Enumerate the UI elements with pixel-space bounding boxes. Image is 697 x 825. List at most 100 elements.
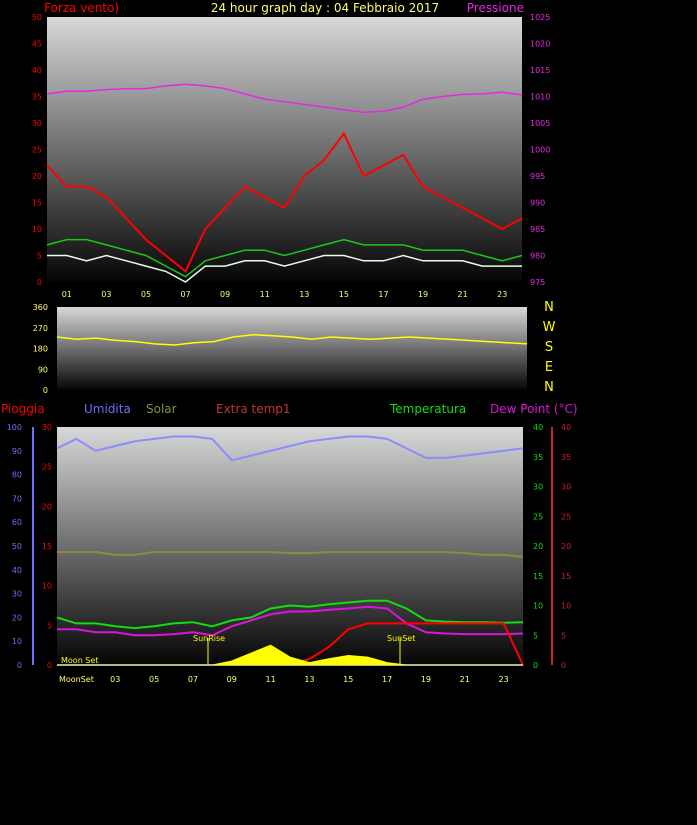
x-tick-label: 17	[378, 290, 388, 299]
compass-label: W	[543, 320, 556, 335]
humidity-tick-label: 60	[12, 518, 22, 527]
wind-tick-label: 10	[32, 225, 42, 234]
dew-tick-label: 30	[561, 483, 571, 492]
wind-tick-label: 25	[32, 146, 42, 155]
x-tick-label: 17	[382, 675, 392, 684]
temperature-tick-label: 40	[533, 423, 543, 432]
direction-tick-label: 270	[33, 324, 48, 333]
x-tick-label: 01	[62, 290, 72, 299]
rain-tick-label: 30	[42, 423, 52, 432]
compass-label: N	[544, 300, 554, 315]
x-tick-label: 03	[101, 290, 111, 299]
rain-tick-label: 5	[47, 621, 52, 630]
weather-graph: Forza vento) 24 hour graph day : 04 Febb…	[0, 0, 697, 825]
wind-tick-label: 15	[32, 199, 42, 208]
wind-tick-label: 35	[32, 93, 42, 102]
x-tick-label: 05	[149, 675, 159, 684]
x-tick-label: 15	[343, 675, 353, 684]
humidity-tick-label: 50	[12, 542, 22, 551]
rain-tick-label: 20	[42, 502, 52, 511]
x-tick-label: 19	[421, 675, 431, 684]
pressure-tick-label: 990	[530, 199, 545, 208]
rain-tick-label: 25	[42, 463, 52, 472]
bottom-plot-area	[57, 427, 523, 665]
compass-label: E	[545, 360, 553, 375]
x-tick-label: 21	[460, 675, 470, 684]
x-tick-label: 23	[497, 290, 507, 299]
pressure-tick-label: 1005	[530, 119, 550, 128]
wind-axis-title: Forza vento)	[44, 1, 119, 15]
bottom-x-tick-labels: MoonSet 03 05 07 09 11 13 15 17 19 21 23	[59, 675, 509, 684]
solar-legend: Solar	[146, 402, 177, 416]
wind-tick-label: 30	[32, 119, 42, 128]
pressure-tick-labels: 1025 1020 1015 1010 1005 1000 995 990 985 980 975	[530, 13, 550, 287]
humidity-tick-label: 90	[12, 447, 22, 456]
pressure-tick-label: 1010	[530, 93, 550, 102]
dew-tick-label: 40	[561, 423, 571, 432]
humidity-tick-label: 10	[12, 637, 22, 646]
x-tick-label: 21	[458, 290, 468, 299]
temperature-tick-label: 25	[533, 512, 543, 521]
dew-tick-label: 0	[561, 661, 566, 670]
temperature-tick-label: 35	[533, 453, 543, 462]
x-tick-label: 07	[180, 290, 190, 299]
wind-tick-labels: 50454035302520151050	[32, 13, 42, 287]
direction-plot-area	[57, 307, 527, 390]
temperature-tick-label: 30	[533, 483, 543, 492]
rain-axis-title: Pioggia	[1, 402, 45, 416]
humidity-tick-label: 80	[12, 471, 22, 480]
direction-tick-label: 360	[33, 303, 48, 312]
pressure-tick-label: 995	[530, 172, 545, 181]
humidity-tick-label: 40	[12, 566, 22, 575]
dew-tick-label: 35	[561, 453, 571, 462]
top-x-tick-labels: 01 03 05 07 09 11 13 15 17 19 21 23	[62, 290, 508, 299]
x-tick-label: 11	[260, 290, 270, 299]
x-tick-label: 07	[188, 675, 198, 684]
wind-pressure-plot-area	[47, 17, 522, 282]
dew-tick-label: 20	[561, 542, 571, 551]
humidity-tick-label: 70	[12, 494, 22, 503]
x-tick-label: 09	[220, 290, 230, 299]
sunset-annotation: SunSet	[387, 634, 415, 643]
sunrise-annotation: SunRise	[193, 634, 225, 643]
x-tick-label: 13	[304, 675, 314, 684]
temperature-tick-label: 20	[533, 542, 543, 551]
temperature-tick-label: 5	[533, 631, 538, 640]
wind-tick-label: 40	[32, 66, 42, 75]
moonset-annotation: Moon Set	[61, 656, 98, 665]
weather-chart-svg: Forza vento) 24 hour graph day : 04 Febb…	[1, 1, 578, 684]
dew-point-axis-title: Dew Point (°C)	[490, 402, 578, 416]
extra-temp-legend: Extra temp1	[216, 402, 291, 416]
compass-label: N	[544, 380, 554, 395]
direction-tick-labels: 360 270 180 90 0	[33, 303, 48, 395]
x-tick-label: 19	[418, 290, 428, 299]
wind-tick-label: 5	[37, 252, 42, 261]
rain-tick-label: 10	[42, 582, 52, 591]
x-tick-label: 23	[498, 675, 508, 684]
humidity-tick-label: 100	[7, 423, 22, 432]
temperature-tick-label: 10	[533, 602, 543, 611]
pressure-tick-label: 980	[530, 252, 545, 261]
x-tick-label: 13	[299, 290, 309, 299]
compass-labels: NWSEN	[543, 300, 556, 395]
humidity-axis-title: Umidita	[84, 402, 131, 416]
rain-tick-label: 15	[42, 542, 52, 551]
rain-tick-label: 0	[47, 661, 52, 670]
pressure-tick-label: 1020	[530, 40, 550, 49]
pressure-tick-label: 975	[530, 278, 545, 287]
wind-tick-label: 0	[37, 278, 42, 287]
humidity-tick-label: 30	[12, 590, 22, 599]
wind-tick-label: 45	[32, 40, 42, 49]
pressure-axis-title: Pressione	[467, 1, 524, 15]
x-tick-label: 03	[110, 675, 120, 684]
direction-tick-label: 90	[38, 365, 48, 374]
humidity-tick-label: 20	[12, 613, 22, 622]
x-tick-label: 15	[339, 290, 349, 299]
temperature-tick-label: 0	[533, 661, 538, 670]
direction-tick-label: 0	[43, 386, 48, 395]
compass-label: S	[545, 340, 553, 355]
dew-tick-label: 10	[561, 602, 571, 611]
direction-tick-label: 180	[33, 345, 48, 354]
dew-tick-label: 15	[561, 572, 571, 581]
x-tick-label: 11	[265, 675, 275, 684]
